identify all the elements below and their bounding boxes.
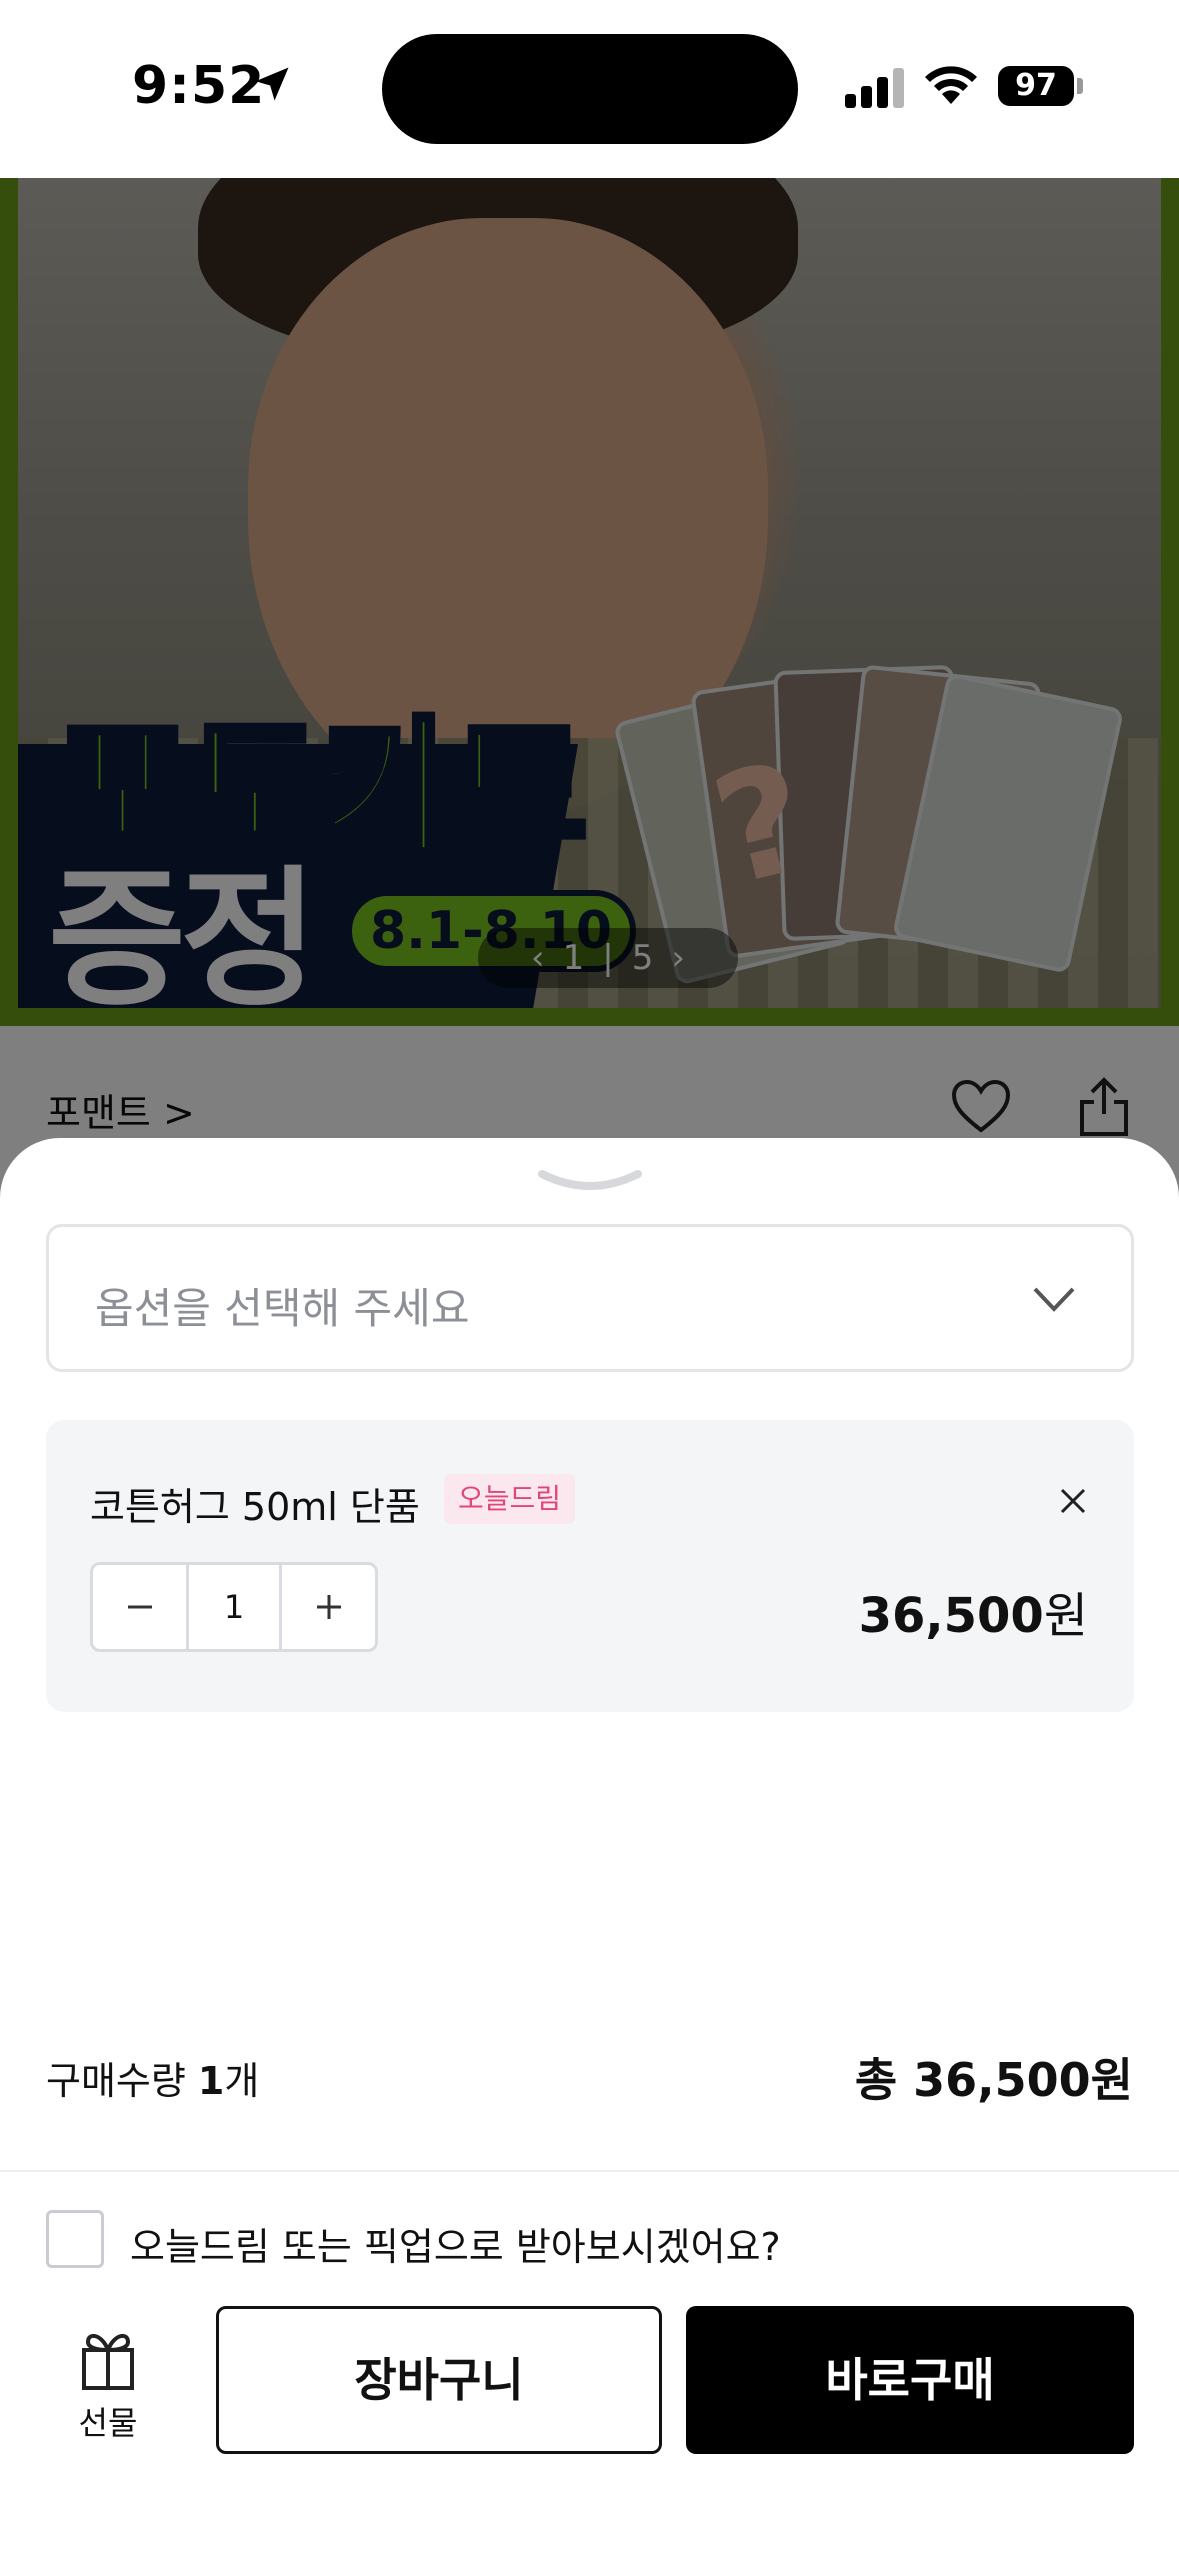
- item-price-unit: 원: [1043, 1588, 1088, 1644]
- dynamic-island: [382, 34, 798, 144]
- status-time: 9:52: [132, 56, 266, 116]
- purchase-quantity-unit: 개: [224, 2059, 260, 2103]
- purchase-quantity-value: 1: [197, 2059, 225, 2103]
- purchase-bottom-sheet: 옵션을 선택해 주세요 코튼허그 50ml 단품 오늘드림 1 36,500원 …: [0, 1138, 1179, 2556]
- add-to-cart-button[interactable]: 장바구니: [216, 2306, 662, 2454]
- purchase-quantity-summary: 구매수량 1개: [46, 2050, 259, 2105]
- gift-icon: [82, 2333, 134, 2390]
- increase-quantity-button[interactable]: [282, 1565, 375, 1649]
- delivery-option-checkbox[interactable]: [46, 2210, 104, 2268]
- divider: [0, 2170, 1179, 2172]
- quantity-stepper: 1: [90, 1562, 378, 1652]
- status-bar: 9:52 97: [0, 0, 1179, 178]
- minus-icon: [127, 1605, 152, 1609]
- today-delivery-badge: 오늘드림: [444, 1474, 576, 1524]
- battery-cap: [1077, 78, 1083, 94]
- battery-indicator: 97: [998, 66, 1074, 106]
- gift-button[interactable]: 선물: [60, 2326, 156, 2446]
- close-icon[interactable]: [1058, 1486, 1088, 1516]
- cellular-signal-icon: [845, 66, 905, 108]
- decrease-quantity-button[interactable]: [93, 1565, 186, 1649]
- selected-item-name: 코튼허그 50ml 단품: [90, 1485, 420, 1529]
- plus-icon: [316, 1595, 341, 1619]
- option-select-placeholder: 옵션을 선택해 주세요: [95, 1284, 470, 1333]
- sheet-collapse-handle-icon[interactable]: [536, 1168, 644, 1194]
- item-price: 36,500원: [859, 1576, 1088, 1646]
- option-select-dropdown[interactable]: 옵션을 선택해 주세요: [46, 1224, 1134, 1372]
- buy-now-button[interactable]: 바로구매: [686, 2306, 1134, 2454]
- wifi-icon: [925, 66, 977, 104]
- quantity-value[interactable]: 1: [186, 1565, 282, 1649]
- chevron-down-icon: [1033, 1287, 1075, 1312]
- gift-label: 선물: [78, 2404, 138, 2442]
- purchase-quantity-label: 구매수량: [46, 2059, 198, 2103]
- selected-option-item: 코튼허그 50ml 단품 오늘드림 1 36,500원: [46, 1420, 1134, 1712]
- item-price-amount: 36,500: [858, 1588, 1044, 1644]
- total-price: 총 36,500원: [854, 2053, 1133, 2107]
- delivery-option-label[interactable]: 오늘드림 또는 픽업으로 받아보시겠어요?: [130, 2216, 781, 2271]
- location-arrow-icon: [255, 67, 289, 101]
